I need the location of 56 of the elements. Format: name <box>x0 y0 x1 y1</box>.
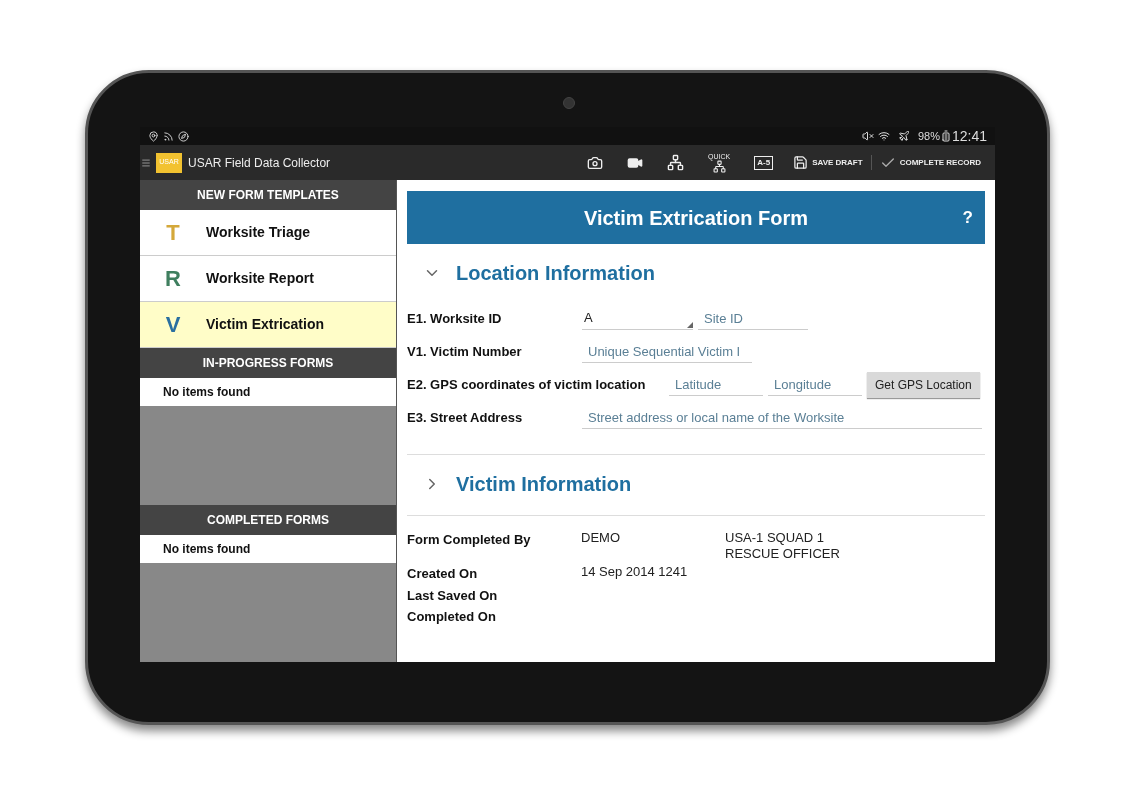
clock: 12:41 <box>951 127 987 146</box>
empty-message: No items found <box>140 378 396 406</box>
get-gps-button[interactable]: Get GPS Location <box>867 371 980 398</box>
template-letter: T <box>165 219 181 247</box>
meta-label: Form Completed By <box>407 531 532 549</box>
empty-message: No items found <box>140 535 396 563</box>
field-label: E2. GPS coordinates of victim location <box>407 375 647 394</box>
hierarchy-icon <box>667 154 685 171</box>
field-label: E1. Worksite ID <box>407 309 503 328</box>
field-label: E3. Street Address <box>407 408 524 427</box>
battery-icon <box>939 130 952 142</box>
app-title: USAR Field Data Collector <box>188 154 331 172</box>
menu-icon[interactable] <box>141 157 151 168</box>
text-field[interactable]: Street address or local name of the Worksite <box>582 406 982 429</box>
section-header: IN-PROGRESS FORMS <box>140 348 396 378</box>
text-field[interactable]: Longitude <box>768 373 862 396</box>
meta-label: Created On <box>407 565 479 583</box>
section-toggle[interactable]: Location Information <box>407 244 655 302</box>
text-field[interactable]: Latitude <box>669 373 763 396</box>
airplane-icon <box>897 130 910 142</box>
meta-value: DEMO <box>581 530 621 547</box>
template-item[interactable]: R Worksite Report <box>140 256 396 302</box>
mute-icon <box>861 130 874 142</box>
meta-label: Completed On <box>407 608 497 626</box>
worksite-dropdown[interactable]: A <box>582 307 693 330</box>
template-letter: V <box>164 311 182 339</box>
template-item[interactable]: T Worksite Triage <box>140 210 396 256</box>
a5-button[interactable]: A-5 <box>754 155 774 170</box>
hierarchy-icon <box>712 159 726 173</box>
template-letter: R <box>164 265 182 293</box>
template-label: Victim Extrication <box>206 315 324 334</box>
template-label: Worksite Triage <box>206 223 310 242</box>
save-draft-button[interactable]: SAVE DRAFT <box>785 155 872 170</box>
dropdown-corner-icon <box>687 321 693 328</box>
meta-value: 14 Sep 2014 1241 <box>581 564 689 581</box>
form-title: Victim Extrication Form <box>583 205 809 231</box>
section-toggle[interactable]: Victim Information <box>407 455 632 513</box>
wifi-icon <box>877 130 890 142</box>
section-header: NEW FORM TEMPLATES <box>140 180 396 210</box>
section-header: COMPLETED FORMS <box>140 505 396 535</box>
text-field[interactable]: Site ID <box>698 307 808 330</box>
signal-waves-icon <box>163 130 174 142</box>
front-camera-icon <box>563 97 575 109</box>
template-item[interactable]: V Victim Extrication <box>140 302 396 348</box>
help-button[interactable]: ? <box>962 204 973 231</box>
meta-label: Last Saved On <box>407 586 499 605</box>
meta-value: USA-1 SQUAD 1 RESCUE OFFICER <box>725 530 841 562</box>
location-pin-icon <box>148 130 159 142</box>
camera-icon <box>587 154 604 171</box>
save-icon <box>793 155 809 170</box>
field-label: V1. Victim Number <box>407 342 523 361</box>
text-field[interactable]: Unique Sequential Victim I <box>582 340 752 363</box>
complete-record-button[interactable]: COMPLETE RECORD <box>871 154 989 171</box>
battery-percent: 98% <box>917 128 940 144</box>
compass-icon <box>178 130 189 142</box>
template-label: Worksite Report <box>206 269 314 288</box>
